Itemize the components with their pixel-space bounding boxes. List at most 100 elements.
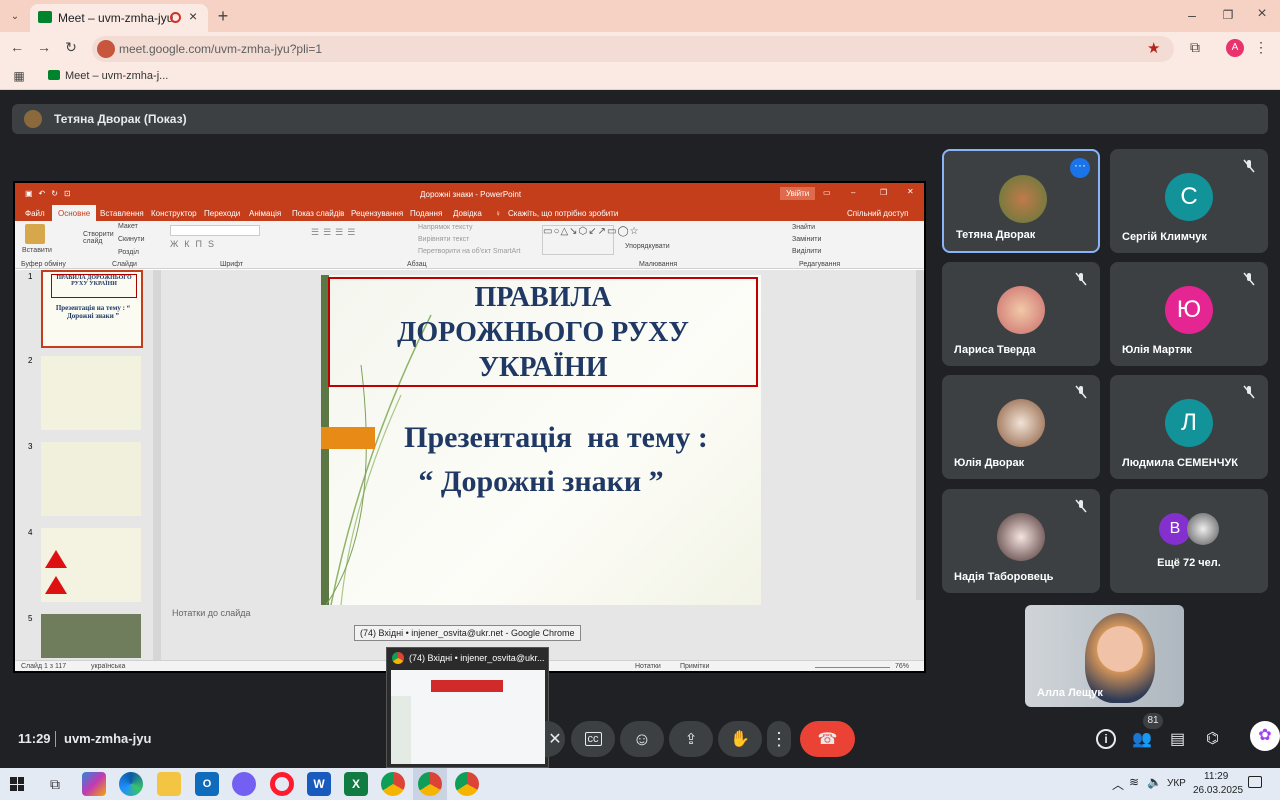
maximize-icon[interactable]: ❐ (1220, 6, 1236, 24)
raise-hand-button[interactable]: ✋ (718, 721, 762, 757)
outlook-icon[interactable]: O (195, 772, 219, 796)
paste-icon[interactable] (25, 224, 45, 244)
bookmark-star-icon[interactable]: ★ (1147, 39, 1160, 57)
file-explorer-icon[interactable] (157, 772, 181, 796)
site-info-icon[interactable] (97, 40, 115, 58)
edge-icon[interactable] (119, 772, 143, 796)
profile-avatar[interactable]: A (1226, 39, 1244, 57)
new-slide-button[interactable]: Створити слайд (83, 231, 117, 245)
ppt-minimize-icon[interactable]: – (851, 188, 855, 197)
wifi-icon[interactable]: ≋ (1129, 775, 1139, 789)
menu-file[interactable]: Файл (25, 209, 45, 218)
chrome-profile-2-icon[interactable] (455, 772, 479, 796)
menu-share[interactable]: Спільний доступ (847, 209, 909, 218)
present-button[interactable]: ⇪ (669, 721, 713, 757)
more-options-button[interactable]: ⋮ (767, 721, 791, 757)
menu-animations[interactable]: Анімація (249, 209, 281, 218)
gemini-icon[interactable]: ✿ (1250, 721, 1280, 751)
editor-scrollbar[interactable] (916, 270, 924, 600)
slide-thumb-2[interactable] (41, 356, 141, 430)
emoji-button[interactable]: ☺ (620, 721, 664, 757)
tray-overflow-icon[interactable]: ︿ (1112, 776, 1124, 793)
select-button[interactable]: Виділити (792, 248, 821, 255)
participant-tile[interactable]: Лариса Тверда (942, 262, 1100, 366)
close-window-icon[interactable]: × (1254, 5, 1270, 23)
menu-insert[interactable]: Вставлення (100, 209, 144, 218)
layout-button[interactable]: Макет (118, 223, 138, 230)
opera-icon[interactable] (270, 772, 294, 796)
participant-tile[interactable]: Надія Таборовець (942, 489, 1100, 593)
participant-tile[interactable]: С Сергій Климчук (1110, 149, 1268, 253)
apps-grid-icon[interactable]: ▦ (12, 69, 26, 83)
browser-menu-icon[interactable]: ⋮ (1254, 38, 1268, 56)
smartart-button[interactable]: Перетворити на об'єкт SmartArt (418, 248, 521, 255)
arrange-button[interactable]: Упорядкувати (625, 243, 670, 250)
participant-tile[interactable]: Юлія Дворак (942, 375, 1100, 479)
menu-tell-me[interactable]: Скажіть, що потрібно зробити (508, 209, 618, 218)
menu-review[interactable]: Рецензування (351, 209, 403, 218)
menu-slideshow[interactable]: Показ слайдів (292, 209, 344, 218)
slide-thumb-3[interactable] (41, 442, 141, 516)
activities-icon[interactable]: ⌬ (1206, 729, 1226, 749)
back-icon[interactable]: ← (8, 38, 26, 56)
find-button[interactable]: Знайти (792, 224, 815, 231)
camera-off-icon[interactable]: ✕ (545, 721, 565, 757)
chrome-profile-icon[interactable] (418, 772, 442, 796)
menu-home[interactable]: Основне (52, 205, 97, 221)
menu-view[interactable]: Подання (410, 209, 442, 218)
new-tab-icon[interactable]: + (214, 6, 232, 26)
excel-icon[interactable]: X (344, 772, 368, 796)
status-zoom[interactable]: 76% (895, 663, 909, 670)
minimize-icon[interactable]: – (1184, 6, 1200, 24)
task-view-icon[interactable]: ⧉ (43, 772, 67, 796)
self-view[interactable]: Алла Лещук (1025, 605, 1184, 707)
keyboard-language[interactable]: УКР (1167, 778, 1186, 789)
zoom-slider[interactable] (815, 667, 890, 668)
leave-call-button[interactable]: ☎ (800, 721, 855, 757)
close-tab-icon[interactable]: × (189, 8, 197, 24)
ppt-ribbon-options-icon[interactable]: ▭ (823, 188, 831, 197)
copilot-icon[interactable] (82, 772, 106, 796)
address-bar[interactable]: meet.google.com/uvm-zmha-jyu?pli=1 ★ (92, 36, 1174, 62)
menu-help[interactable]: Довідка (453, 209, 482, 218)
forward-icon[interactable]: → (35, 38, 53, 56)
more-options-icon[interactable]: ··· (1070, 158, 1090, 178)
status-comments-button[interactable]: Примітки (680, 663, 709, 670)
word-icon[interactable]: W (307, 772, 331, 796)
volume-icon[interactable]: 🔈 (1147, 775, 1162, 789)
captions-button[interactable]: cc (571, 721, 615, 757)
status-notes-button[interactable]: Нотатки (635, 663, 661, 670)
meeting-info-icon[interactable]: i (1096, 729, 1116, 749)
reset-button[interactable]: Скинути (118, 236, 145, 243)
people-icon[interactable]: 👥 (1132, 729, 1154, 749)
paste-label[interactable]: Вставити (22, 247, 52, 254)
shapes-gallery[interactable]: ▭○△↘⬡↙↗▭◯☆ (542, 225, 639, 255)
clock-date[interactable]: 26.03.2025 (1193, 785, 1243, 796)
thumbs-scrollbar[interactable] (153, 270, 161, 660)
chrome-icon[interactable] (381, 772, 405, 796)
menu-transitions[interactable]: Переходи (204, 209, 240, 218)
ppt-close-icon[interactable]: ✕ (907, 187, 914, 196)
replace-button[interactable]: Замінити (792, 236, 821, 243)
taskbar-window-preview[interactable]: (74) Вхідні • injener_osvita@ukr... (386, 647, 549, 768)
bookmark-meet[interactable]: Meet – uvm-zmha-j... (65, 70, 168, 82)
extensions-icon[interactable]: ⧉ (1186, 38, 1204, 56)
viber-icon[interactable] (232, 772, 256, 796)
section-button[interactable]: Розділ (118, 249, 139, 256)
paragraph-icons[interactable]: ☰☰☰☰ (311, 227, 359, 238)
align-text-button[interactable]: Вирівняти текст (418, 236, 469, 243)
clock-time[interactable]: 11:29 (1204, 771, 1228, 782)
text-direction-button[interactable]: Напрямок тексту (418, 224, 473, 231)
slide-thumb-1[interactable]: ПРАВИЛА ДОРОЖНЬОГО РУХУ УКРАЇНИ Презента… (41, 270, 143, 348)
participant-tile[interactable]: ··· Тетяна Дворак (942, 149, 1100, 253)
chat-icon[interactable]: ▤ (1170, 729, 1190, 749)
slide-thumb-4[interactable] (41, 528, 141, 602)
browser-tab[interactable]: Meet – uvm-zmha-jyu × (30, 4, 208, 32)
windows-start-icon[interactable] (10, 777, 24, 791)
notifications-icon[interactable] (1248, 776, 1262, 788)
slide-thumb-5[interactable] (41, 614, 141, 658)
participant-tile[interactable]: Ю Юлія Мартяк (1110, 262, 1268, 366)
ppt-maximize-icon[interactable]: ❐ (880, 188, 887, 197)
tab-search-icon[interactable]: ⌄ (6, 8, 24, 24)
notes-placeholder[interactable]: Нотатки до слайда (172, 608, 251, 618)
